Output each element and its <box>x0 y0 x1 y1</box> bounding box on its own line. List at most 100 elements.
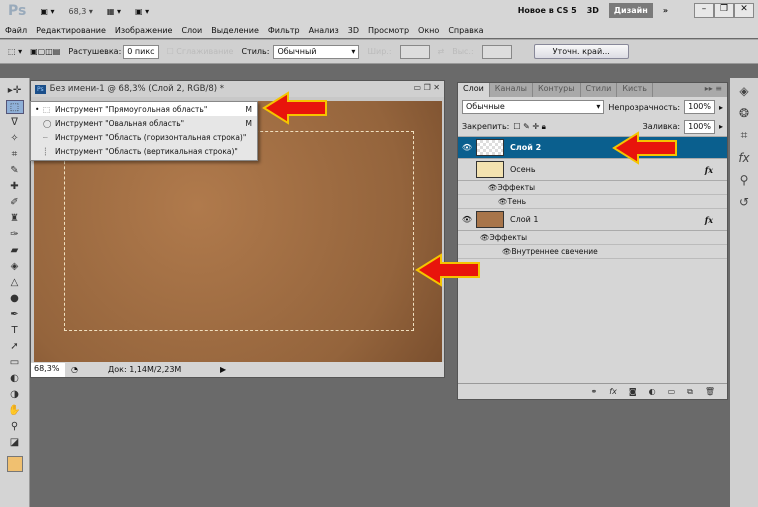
menu-filter[interactable]: Фильтр <box>268 26 300 35</box>
effect-inner-glow-row[interactable]: 👁︎ Внутреннее свечение <box>458 245 727 259</box>
tool-preset-picker[interactable]: ⬚ ▾ <box>8 47 22 56</box>
flyout-item-rect-marquee[interactable]: • ⬚ Инструмент "Прямоугольная область" M <box>31 102 257 116</box>
zoom-tool-icon[interactable]: ⚲ <box>11 420 18 434</box>
menu-3d[interactable]: 3D <box>348 26 359 35</box>
layers-panel-icon[interactable]: ◈ <box>739 84 748 98</box>
menu-edit[interactable]: Редактирование <box>36 26 106 35</box>
close-button[interactable]: ✕ <box>734 3 754 18</box>
move-tool-icon[interactable]: ▸✛ <box>8 84 21 98</box>
width-input[interactable] <box>399 44 430 59</box>
swap-icon[interactable]: ⇄ <box>438 47 445 56</box>
panel-menu-button[interactable]: ▸▸ ≡ <box>700 83 727 97</box>
selection-mode-buttons[interactable]: ▣▢◫▤ <box>30 47 60 56</box>
launch-bridge-icon[interactable]: ▣ ▾ <box>40 7 54 16</box>
opacity-input[interactable]: 100% <box>684 100 715 114</box>
workspace-new-in-cs5[interactable]: Новое в CS 5 <box>518 6 577 15</box>
document-title-bar[interactable]: Ps Без имени-1 @ 68,3% (Слой 2, RGB/8) *… <box>31 81 444 97</box>
style-select[interactable]: Обычный ▾ <box>273 44 360 59</box>
new-group-icon[interactable]: ▭ <box>668 387 676 396</box>
new-layer-icon[interactable]: ⧉ <box>687 387 693 397</box>
history-panel-icon[interactable]: ↺ <box>739 195 749 209</box>
add-style-icon[interactable]: fx <box>609 387 617 396</box>
healing-tool-icon[interactable]: ✚ <box>10 180 18 194</box>
paths-panel-icon[interactable]: ⌗ <box>741 128 748 143</box>
more-workspaces-button[interactable]: » <box>663 6 668 15</box>
path-select-tool-icon[interactable]: ➚ <box>10 340 18 354</box>
menu-image[interactable]: Изображение <box>115 26 173 35</box>
blend-mode-select[interactable]: Обычные ▾ <box>462 100 605 114</box>
layer-row-osen[interactable]: Осень fx <box>458 159 727 181</box>
height-input[interactable] <box>481 44 512 59</box>
tab-layers[interactable]: Слои <box>458 83 490 97</box>
eyedropper-tool-icon[interactable]: ✎ <box>10 164 18 178</box>
rect-marquee-tool-icon[interactable]: ⬚ <box>5 100 24 114</box>
shape-tool-icon[interactable]: ▭ <box>10 356 19 370</box>
dodge-tool-icon[interactable]: ● <box>10 292 19 306</box>
menu-file[interactable]: Файл <box>5 26 27 35</box>
opacity-slider-button[interactable]: ▸ <box>719 103 723 112</box>
fx-icon[interactable]: fx <box>705 215 713 225</box>
screen-mode-icon[interactable]: ▣ ▾ <box>135 7 149 16</box>
quick-select-tool-icon[interactable]: ✧ <box>10 132 18 146</box>
feather-input[interactable]: 0 пикс <box>123 44 159 59</box>
workspace-3d[interactable]: 3D <box>587 6 599 15</box>
effects-label: Эффекты <box>497 183 536 192</box>
minimize-button[interactable]: – <box>694 3 714 18</box>
3d-rotate-tool-icon[interactable]: ◐ <box>10 372 19 386</box>
stamp-tool-icon[interactable]: ♜ <box>10 212 19 226</box>
tab-styles[interactable]: Стили <box>581 83 618 97</box>
effects-row[interactable]: 👁︎ Эффекты <box>458 181 727 195</box>
type-tool-icon[interactable]: T <box>11 324 17 338</box>
zoom-level-field[interactable]: 68,3% <box>31 362 65 377</box>
layer-row-sloy-1[interactable]: 👁︎ Слой 1 fx <box>458 209 727 231</box>
link-layers-icon[interactable]: ⚭ <box>591 387 598 396</box>
menu-layers[interactable]: Слои <box>181 26 202 35</box>
effects-row[interactable]: 👁︎ Эффекты <box>458 231 727 245</box>
add-mask-icon[interactable]: ◙ <box>629 387 637 396</box>
menu-help[interactable]: Справка <box>448 26 483 35</box>
bucket-tool-icon[interactable]: ◈ <box>11 260 19 274</box>
arrange-documents-icon[interactable]: ▦ ▾ <box>107 7 121 16</box>
layer-row-sloy-2[interactable]: 👁︎ Слой 2 <box>458 137 727 159</box>
flyout-item-column-marquee[interactable]: ┊ Инструмент "Область (вертикальная строк… <box>31 144 257 158</box>
tab-paths[interactable]: Контуры <box>533 83 581 97</box>
restore-button[interactable]: ❐ <box>714 3 734 18</box>
refine-edge-button[interactable]: Уточн. край... <box>533 44 629 59</box>
fill-slider-button[interactable]: ▸ <box>719 122 723 131</box>
menu-analysis[interactable]: Анализ <box>309 26 339 35</box>
fill-input[interactable]: 100% <box>684 119 715 134</box>
status-menu-arrow[interactable]: ▶ <box>220 365 226 374</box>
flyout-item-row-marquee[interactable]: ┈ Инструмент "Область (горизонтальная стр… <box>31 130 257 144</box>
tab-channels[interactable]: Каналы <box>490 83 533 97</box>
brush-tool-icon[interactable]: ✐ <box>10 196 18 210</box>
menu-window[interactable]: Окно <box>418 26 439 35</box>
visibility-eye-icon[interactable]: 👁︎ <box>458 143 476 152</box>
tab-brush[interactable]: Кисть <box>617 83 653 97</box>
channels-panel-icon[interactable]: ❂ <box>739 106 749 120</box>
3d-orbit-tool-icon[interactable]: ◑ <box>10 388 19 402</box>
default-colors-icon[interactable]: ◪ <box>10 436 19 450</box>
blur-tool-icon[interactable]: △ <box>11 276 19 290</box>
lasso-tool-icon[interactable]: ᐁ <box>11 116 18 130</box>
effect-shadow-row[interactable]: 👁︎ Тень <box>458 195 727 209</box>
history-brush-icon[interactable]: ✑ <box>10 228 18 242</box>
eraser-tool-icon[interactable]: ▰ <box>11 244 19 258</box>
menu-select[interactable]: Выделение <box>211 26 259 35</box>
lock-icons[interactable]: ☐ ✎ ✛ 🔒︎ <box>513 122 545 132</box>
hand-tool-icon[interactable]: ✋ <box>8 404 20 418</box>
workspace-design[interactable]: Дизайн <box>608 3 653 18</box>
flyout-item-ellipse-marquee[interactable]: ◯ Инструмент "Овальная область" M <box>31 116 257 130</box>
doc-window-controls[interactable]: ▭ ❐ ✕ <box>413 83 440 92</box>
fx-icon[interactable]: fx <box>705 165 713 175</box>
adjustment-layer-icon[interactable]: ◐ <box>649 387 656 396</box>
styles-panel-icon[interactable]: fx <box>738 151 749 165</box>
foreground-color-swatch[interactable] <box>6 456 23 472</box>
delete-layer-icon[interactable]: 🗑︎ <box>705 387 715 396</box>
clone-source-icon[interactable]: ⚲ <box>740 173 749 187</box>
menu-view[interactable]: Просмотр <box>368 26 409 35</box>
antialias-checkbox[interactable]: ☐ Сглаживание <box>167 47 234 56</box>
zoom-dropdown[interactable]: 68,3 ▾ <box>68 7 92 16</box>
crop-tool-icon[interactable]: ⌗ <box>12 148 18 162</box>
pen-tool-icon[interactable]: ✒ <box>10 308 18 322</box>
visibility-eye-icon[interactable]: 👁︎ <box>458 215 476 224</box>
